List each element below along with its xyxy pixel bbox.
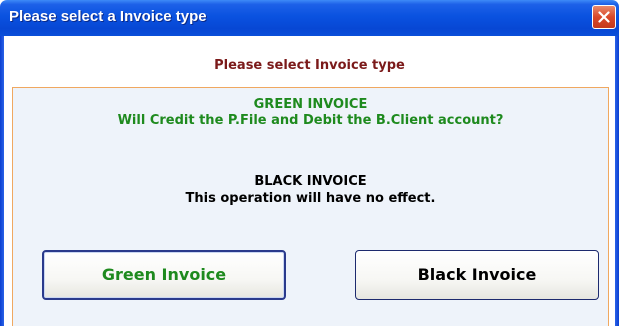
invoice-options-panel: GREEN INVOICE Will Credit the P.File and…: [12, 87, 609, 326]
green-invoice-description: Will Credit the P.File and Debit the B.C…: [117, 113, 504, 128]
green-invoice-title: GREEN INVOICE: [253, 97, 368, 112]
close-button[interactable]: [592, 5, 616, 29]
title-bar[interactable]: Please select a Invoice type: [0, 0, 619, 36]
black-invoice-description: This operation will have no effect.: [185, 191, 436, 206]
black-invoice-button[interactable]: Black Invoice: [355, 250, 599, 300]
close-icon: [598, 11, 610, 23]
black-invoice-title: BLACK INVOICE: [254, 174, 367, 189]
invoice-type-dialog: Please select a Invoice type Please sele…: [0, 0, 619, 326]
window-title: Please select a Invoice type: [9, 8, 207, 25]
window-frame-right: [615, 36, 619, 326]
window-frame-left: [0, 36, 4, 326]
green-invoice-button[interactable]: Green Invoice: [42, 250, 286, 300]
dialog-header: Please select Invoice type: [214, 58, 405, 73]
